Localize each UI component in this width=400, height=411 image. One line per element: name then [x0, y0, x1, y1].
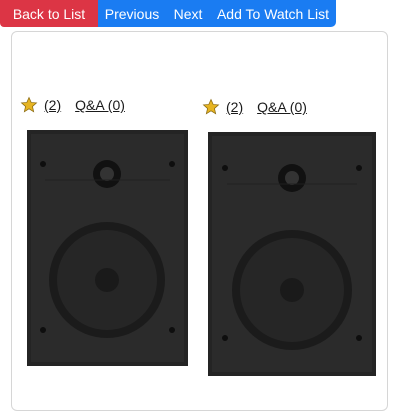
add-to-watch-list-button[interactable]: Add To Watch List: [210, 0, 336, 27]
speaker-icon: [27, 130, 188, 366]
product-2-meta: (2) Q&A (0): [202, 98, 307, 116]
qa-link[interactable]: Q&A (0): [257, 99, 307, 115]
product-2-image[interactable]: [208, 132, 376, 376]
speaker-icon: [208, 132, 376, 376]
back-to-list-button[interactable]: Back to List: [0, 0, 98, 27]
star-icon: [20, 96, 38, 113]
previous-button[interactable]: Previous: [98, 0, 166, 27]
next-button[interactable]: Next: [166, 0, 210, 27]
product-1-meta: (2) Q&A (0): [20, 96, 125, 114]
top-navigation-bar: Back to List Previous Next Add To Watch …: [0, 0, 336, 27]
star-icon: [202, 98, 220, 115]
rating-count-link[interactable]: (2): [44, 97, 61, 113]
rating-count-link[interactable]: (2): [226, 99, 243, 115]
product-1-image[interactable]: [27, 130, 188, 366]
qa-link[interactable]: Q&A (0): [75, 97, 125, 113]
